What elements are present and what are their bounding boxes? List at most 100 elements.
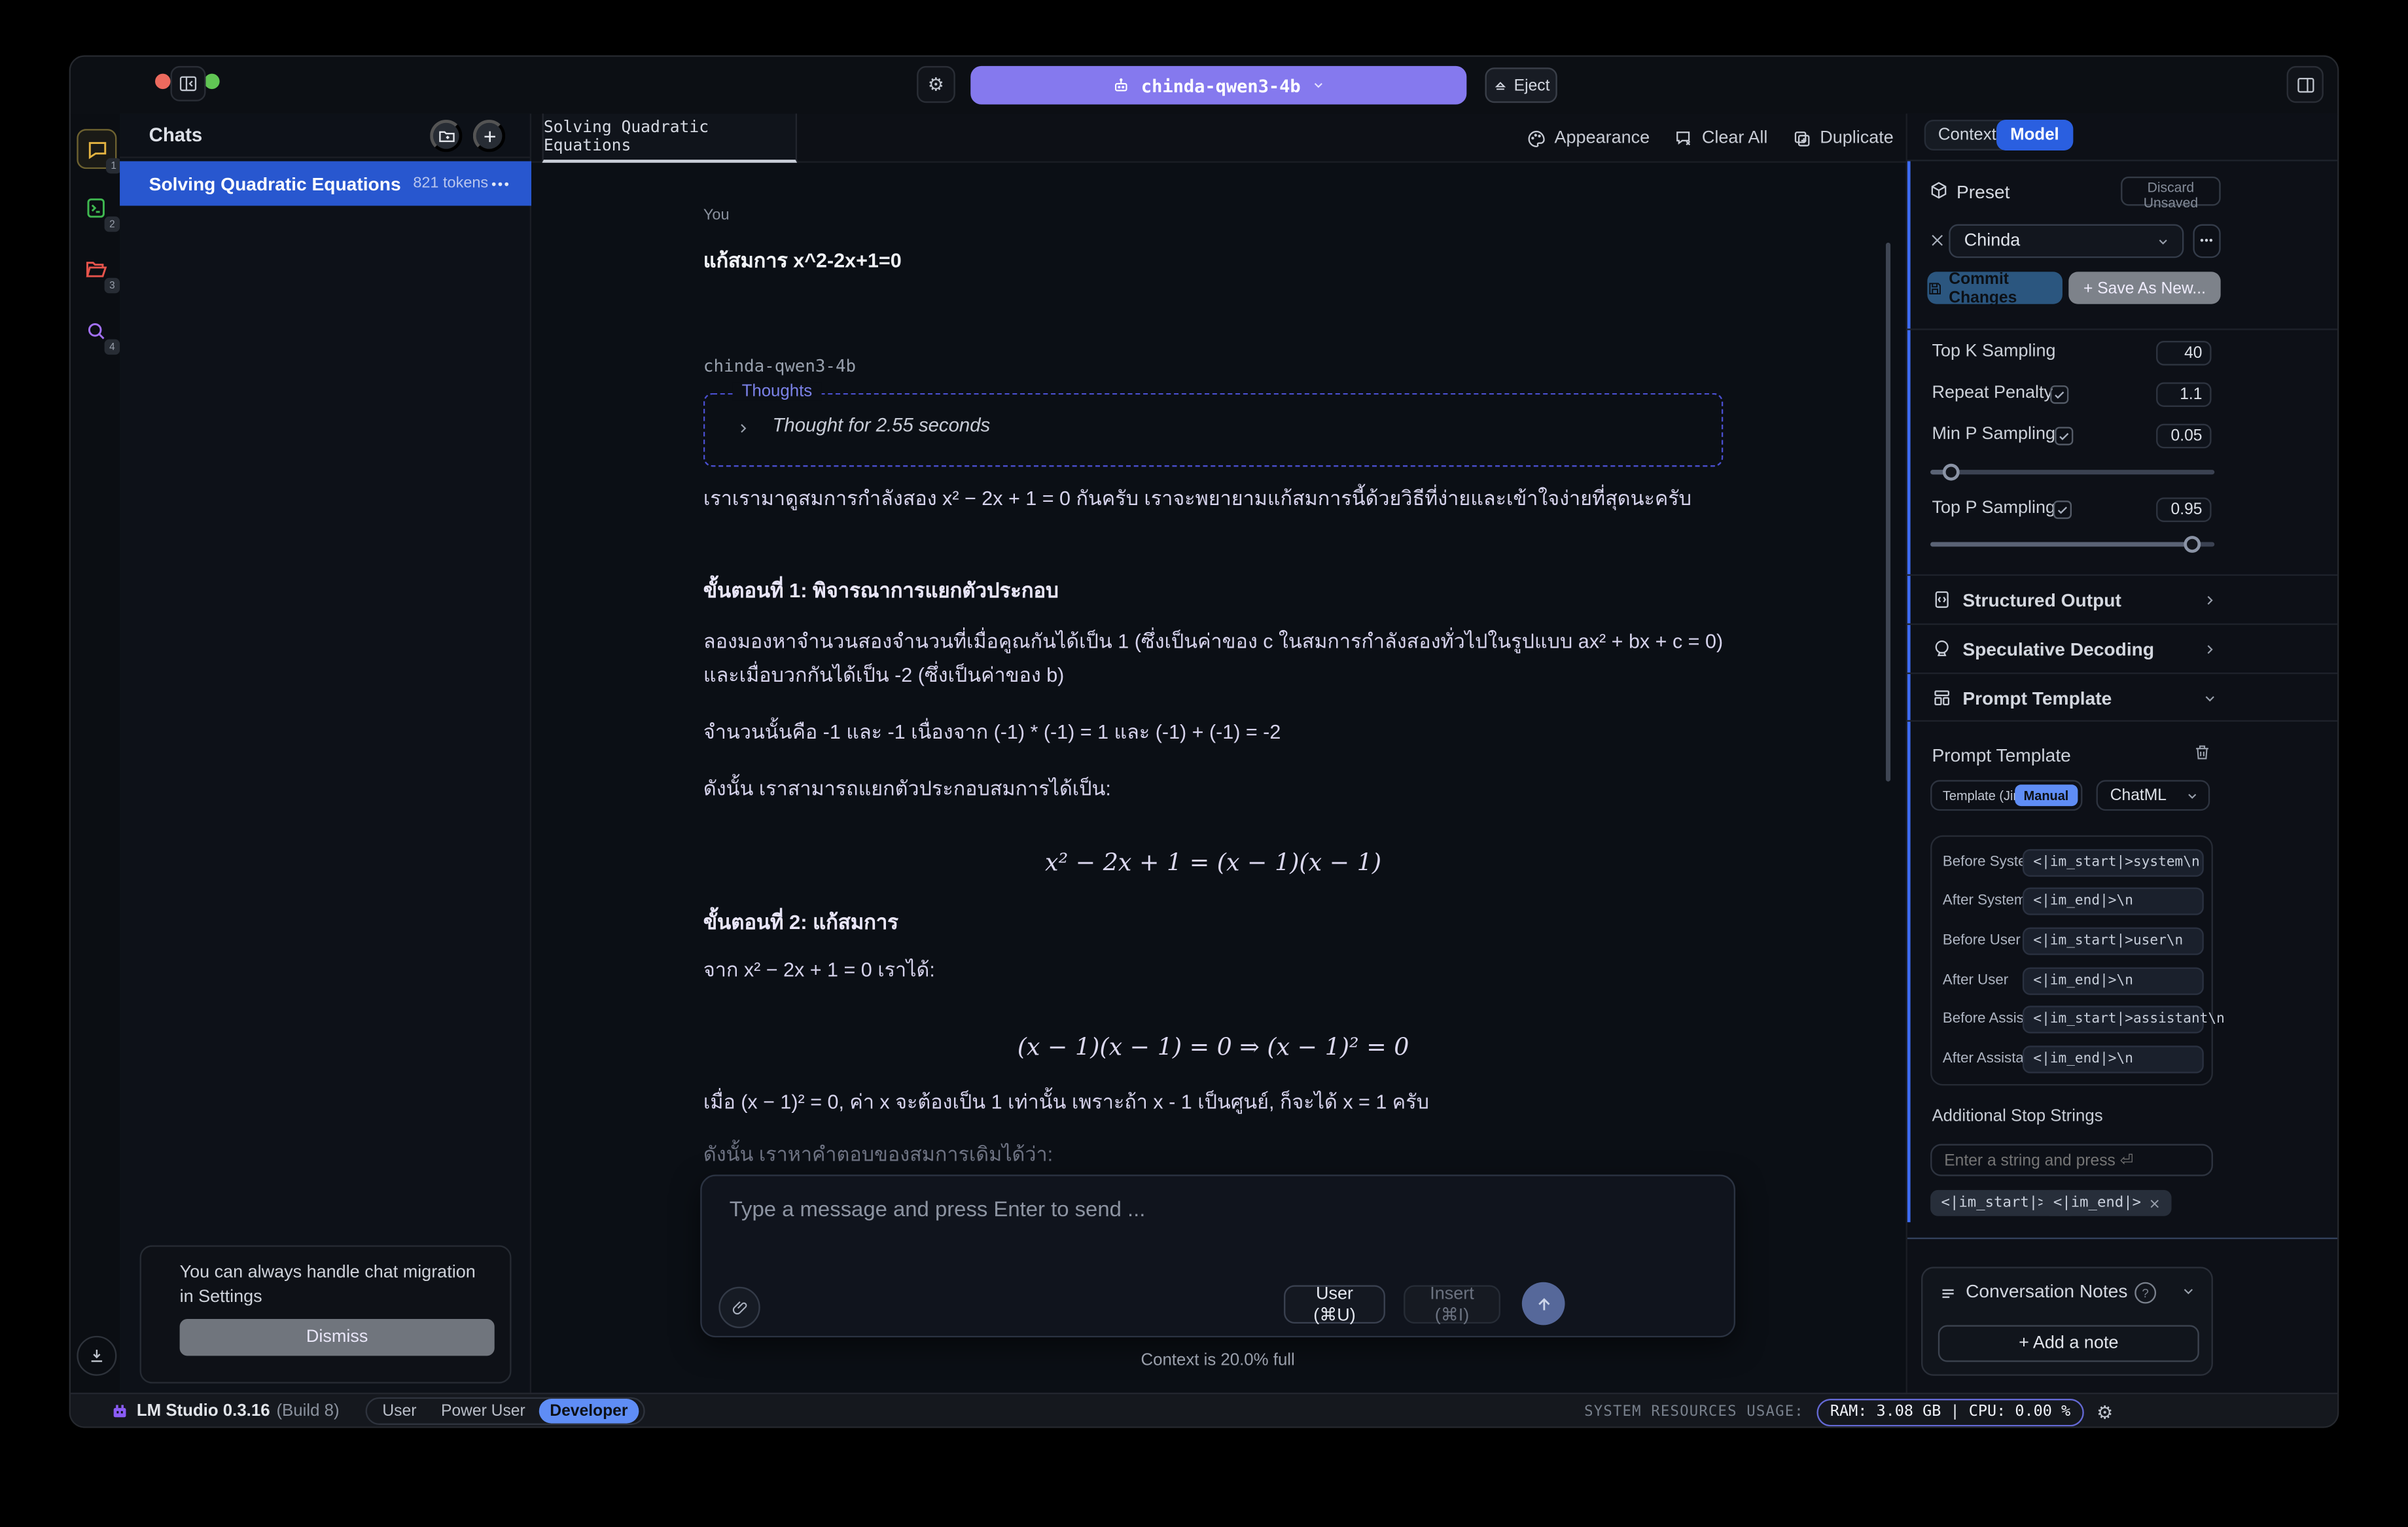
role-user-button[interactable]: User (⌘U) bbox=[1284, 1285, 1385, 1324]
stop-string-chip: <|im_end|> bbox=[2042, 1190, 2172, 1216]
close-preset-icon[interactable] bbox=[1929, 232, 1946, 249]
mode-user[interactable]: User bbox=[372, 1399, 427, 1424]
after-user-input[interactable]: <|im_end|>\n bbox=[2023, 968, 2204, 995]
top-p-slider-track[interactable] bbox=[1930, 542, 2214, 546]
prompt-template-section[interactable]: Prompt Template bbox=[1907, 674, 2339, 722]
rail-my-models-badge: 3 bbox=[105, 278, 120, 293]
preset-menu-button[interactable]: ••• bbox=[2193, 224, 2220, 258]
stop-strings-input[interactable] bbox=[1930, 1144, 2213, 1176]
top-p-label: Top P Sampling bbox=[1932, 499, 2055, 518]
chat-scrollbar[interactable] bbox=[1886, 243, 1890, 782]
model-selector[interactable]: chinda-qwen3-4b bbox=[970, 66, 1466, 105]
attach-file-button[interactable] bbox=[718, 1287, 760, 1328]
clear-all-button[interactable]: Clear All bbox=[1674, 128, 1768, 149]
commit-changes-button[interactable]: Commit Changes bbox=[1927, 272, 2063, 304]
min-p-slider-thumb[interactable] bbox=[1943, 464, 1960, 481]
after-assistant-input[interactable]: <|im_end|>\n bbox=[2023, 1045, 2204, 1073]
appearance-button[interactable]: Appearance bbox=[1527, 128, 1650, 149]
chat-item-title: Solving Quadratic Equations bbox=[149, 173, 401, 194]
eject-model-button[interactable]: Eject bbox=[1485, 67, 1557, 103]
speculative-decoding-section[interactable]: Speculative Decoding bbox=[1907, 625, 2339, 673]
tab-solving-quadratic-equations[interactable]: Solving Quadratic Equations bbox=[542, 114, 797, 163]
rail-chat-tab[interactable]: 1 bbox=[77, 129, 116, 169]
after-user-label: After User bbox=[1943, 972, 2008, 989]
tab-model[interactable]: Model bbox=[1996, 120, 2073, 150]
top-p-input[interactable]: 0.95 bbox=[2156, 497, 2211, 522]
thoughts-legend: Thoughts bbox=[732, 382, 821, 400]
trash-icon[interactable] bbox=[2193, 743, 2211, 762]
folder-icon bbox=[84, 257, 107, 280]
min-p-slider-track[interactable] bbox=[1930, 470, 2214, 474]
tab-label: Solving Quadratic Equations bbox=[544, 118, 796, 155]
chat-settings-gear-button[interactable]: ⚙ bbox=[917, 66, 955, 103]
stop-string-chip-value: <|im_start|> bbox=[1941, 1195, 2047, 1212]
add-note-button[interactable]: + Add a note bbox=[1938, 1325, 2199, 1361]
discard-unsaved-button[interactable]: Discard Unsaved bbox=[2121, 177, 2221, 206]
rail-discover-tab[interactable]: 4 bbox=[77, 311, 113, 348]
user-mode-switcher: User Power User Developer bbox=[366, 1397, 645, 1425]
before-assistant-input[interactable]: <|im_start|>assistant\n bbox=[2023, 1006, 2204, 1033]
math-equation: (x − 1)(x − 1) = 0 ⇒ (x − 1)² = 0 bbox=[703, 1032, 1723, 1064]
app-rail: 1 2 3 4 bbox=[71, 114, 121, 1393]
thoughts-block[interactable]: Thoughts Thought for 2.55 seconds bbox=[703, 393, 1723, 467]
assistant-role-label: chinda-qwen3-4b bbox=[703, 356, 856, 376]
zoom-window-button[interactable] bbox=[204, 74, 219, 89]
tab-bar: Solving Quadratic Equations Appearance C… bbox=[531, 114, 1906, 163]
chat-item-menu-button[interactable]: ••• bbox=[491, 176, 510, 191]
rail-my-models-tab[interactable]: 3 bbox=[77, 251, 113, 287]
app-build: (Build 8) bbox=[276, 1402, 339, 1420]
insert-message-button[interactable]: Insert (⌘I) bbox=[1404, 1285, 1500, 1324]
desktop: ⚙ chinda-qwen3-4b Eject 1 2 3 bbox=[0, 0, 2408, 1527]
before-system-input[interactable]: <|im_start|>system\n bbox=[2023, 849, 2204, 877]
user-message-role-label: You bbox=[703, 207, 730, 224]
min-p-input[interactable]: 0.05 bbox=[2156, 424, 2211, 449]
duplicate-button[interactable]: Duplicate bbox=[1792, 128, 1894, 149]
assistant-paragraph: ดังนั้น เราสามารถแยกตัวประกอบสมการได้เป็… bbox=[703, 773, 1723, 805]
preset-box-icon bbox=[1929, 181, 1949, 202]
assistant-paragraph: ลองมองหาจำนวนสองจำนวนที่เมื่อคูณกันได้เป… bbox=[703, 625, 1723, 691]
repeat-penalty-checkbox[interactable] bbox=[2050, 385, 2068, 404]
template-manual-option[interactable]: Manual bbox=[2015, 784, 2078, 806]
dismiss-button[interactable]: Dismiss bbox=[180, 1319, 495, 1356]
save-as-new-button[interactable]: + Save As New... bbox=[2068, 272, 2220, 304]
gear-icon: ⚙ bbox=[928, 74, 944, 96]
conversation-notes-title: Conversation Notes bbox=[1966, 1280, 2127, 1302]
appearance-label: Appearance bbox=[1555, 129, 1650, 147]
message-composer[interactable]: Type a message and press Enter to send .… bbox=[700, 1174, 1735, 1337]
stop-strings-label: Additional Stop Strings bbox=[1932, 1107, 2102, 1125]
new-folder-button[interactable] bbox=[430, 120, 462, 152]
chat-list-item-selected[interactable]: Solving Quadratic Equations 821 tokens •… bbox=[120, 161, 531, 205]
conversation-notes-card: Conversation Notes ? + Add a note bbox=[1921, 1267, 2213, 1376]
toggle-left-sidebar-button[interactable] bbox=[171, 66, 206, 101]
close-window-button[interactable] bbox=[155, 74, 170, 89]
mode-power-user[interactable]: Power User bbox=[431, 1399, 537, 1424]
repeat-penalty-input[interactable]: 1.1 bbox=[2156, 382, 2211, 407]
plus-icon bbox=[480, 127, 498, 145]
after-system-input[interactable]: <|im_end|>\n bbox=[2023, 888, 2204, 915]
palette-icon bbox=[1527, 128, 1547, 149]
before-user-input[interactable]: <|im_start|>user\n bbox=[2023, 928, 2204, 955]
structured-output-section[interactable]: Structured Output bbox=[1907, 576, 2339, 623]
chevron-down-icon[interactable] bbox=[2181, 1284, 2196, 1299]
remove-chip-icon[interactable] bbox=[2149, 1197, 2161, 1209]
rail-developer-tab[interactable]: 2 bbox=[77, 189, 113, 226]
min-p-checkbox[interactable] bbox=[2055, 427, 2073, 445]
preset-select[interactable]: Chinda bbox=[1949, 224, 2184, 258]
toggle-right-sidebar-button[interactable] bbox=[2287, 66, 2324, 103]
downloads-button[interactable] bbox=[77, 1336, 116, 1376]
lmstudio-logo-icon bbox=[111, 1403, 129, 1422]
top-p-slider-thumb[interactable] bbox=[2184, 536, 2201, 553]
new-chat-button[interactable] bbox=[473, 120, 505, 152]
gear-icon[interactable]: ⚙ bbox=[2097, 1401, 2113, 1423]
mode-developer[interactable]: Developer bbox=[539, 1399, 639, 1424]
template-format-select[interactable]: ChatML bbox=[2097, 780, 2210, 811]
assistant-heading: ขั้นตอนที่ 1: พิจารณาการแยกตัวประกอบ bbox=[703, 574, 1723, 607]
send-button[interactable] bbox=[1522, 1282, 1565, 1325]
download-icon bbox=[88, 1346, 106, 1365]
prompt-template-section-label: Prompt Template bbox=[1962, 687, 2112, 709]
lmstudio-window: ⚙ chinda-qwen3-4b Eject 1 2 3 bbox=[69, 55, 2339, 1428]
top-k-input[interactable]: 40 bbox=[2156, 341, 2211, 366]
top-p-checkbox[interactable] bbox=[2053, 500, 2072, 519]
help-icon[interactable]: ? bbox=[2134, 1282, 2156, 1304]
migration-notice-card: You can always handle chat migration in … bbox=[140, 1245, 512, 1383]
